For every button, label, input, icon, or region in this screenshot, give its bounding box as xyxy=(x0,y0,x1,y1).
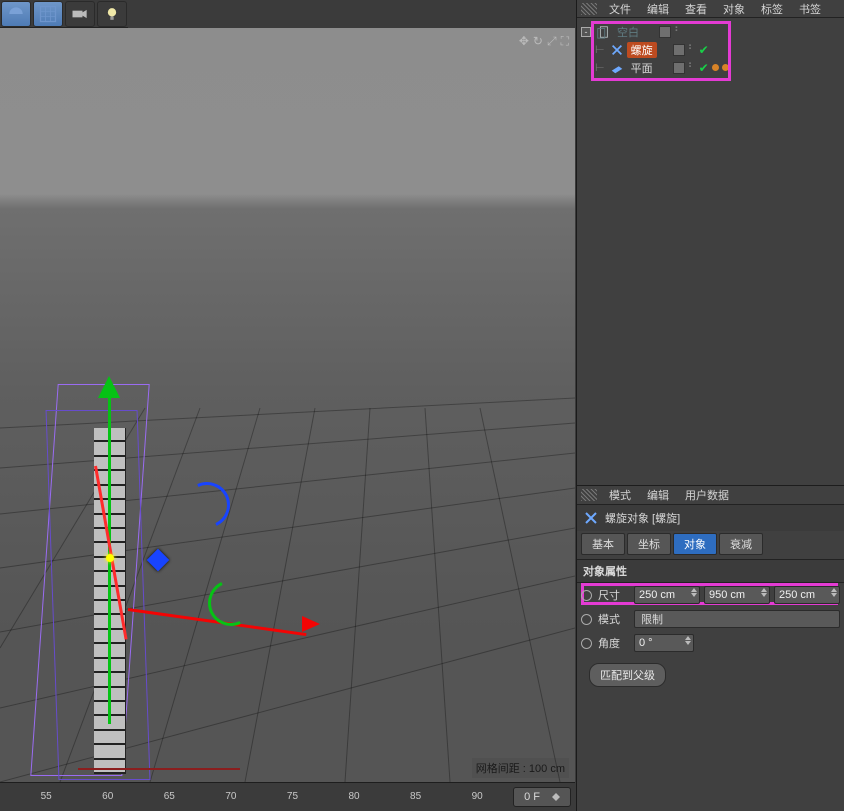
prop-label-angle: 角度 xyxy=(598,635,630,651)
null-icon xyxy=(596,25,610,39)
panel-grip-icon[interactable] xyxy=(581,489,597,501)
timeline-tick-55: 55 xyxy=(41,791,52,802)
tree-row-helix[interactable]: ⊢ 螺旋 ⠃ ✔ xyxy=(581,41,840,58)
nav-rotate-icon[interactable]: ↻ xyxy=(533,34,543,49)
am-menu-edit[interactable]: 编辑 xyxy=(641,487,675,503)
fit-to-parent-button[interactable]: 匹配到父级 xyxy=(589,663,666,687)
nav-frame-icon[interactable]: ⛶ xyxy=(561,34,569,49)
prop-label-size: 尺寸 xyxy=(598,587,630,603)
timeline-tick-80: 80 xyxy=(348,791,359,802)
camera-button[interactable] xyxy=(65,1,95,27)
attribute-manager-menubar: 模式 编辑 用户数据 xyxy=(577,485,844,505)
layer-swatch[interactable] xyxy=(673,44,685,56)
timeline-tick-75: 75 xyxy=(287,791,298,802)
layer-swatch[interactable] xyxy=(659,26,671,38)
right-panel: 文件 编辑 查看 对象 标签 书签 - 空白 ⠃ ⊢ 螺旋 ⠃ ✔ xyxy=(576,0,844,811)
main-mode-toolbar xyxy=(0,0,128,28)
plane-icon xyxy=(610,61,624,75)
tab-basic[interactable]: 基本 xyxy=(581,533,625,555)
size-x-field[interactable]: 250 cm xyxy=(634,586,700,604)
tag-icon[interactable] xyxy=(712,64,719,71)
timeline-tick-65: 65 xyxy=(164,791,175,802)
layer-swatch[interactable] xyxy=(673,62,685,74)
nav-move-icon[interactable]: ✥ xyxy=(519,34,529,49)
size-y-value: 950 cm xyxy=(709,589,745,601)
tag-icon[interactable] xyxy=(722,64,729,71)
om-menu-bookmarks[interactable]: 书签 xyxy=(793,1,827,17)
viewport-nav-icons: ✥ ↻ ⤢ ⛶ xyxy=(519,34,569,49)
visibility-dots-icon[interactable]: ⠃ xyxy=(685,61,696,74)
anim-key-icon[interactable] xyxy=(581,614,592,625)
om-menu-object[interactable]: 对象 xyxy=(717,1,751,17)
am-menu-userdata[interactable]: 用户数据 xyxy=(679,487,735,503)
anim-key-icon[interactable] xyxy=(581,638,592,649)
tree-row-null[interactable]: - 空白 ⠃ xyxy=(581,23,840,40)
grid-mode-button[interactable] xyxy=(33,1,63,27)
timeline-tick-60: 60 xyxy=(102,791,113,802)
timeline-tick-90: 90 xyxy=(472,791,483,802)
visibility-dots-icon[interactable]: ⠃ xyxy=(685,43,696,56)
size-x-value: 250 cm xyxy=(639,589,675,601)
timeline-tick-85: 85 xyxy=(410,791,421,802)
am-menu-mode[interactable]: 模式 xyxy=(603,487,637,503)
om-menu-view[interactable]: 查看 xyxy=(679,1,713,17)
helix-icon xyxy=(610,43,624,57)
prop-row-size: 尺寸 250 cm 950 cm 250 cm xyxy=(577,584,844,606)
om-menu-tags[interactable]: 标签 xyxy=(755,1,789,17)
viewport-grid-status: 网格间距 : 100 cm xyxy=(472,758,569,778)
angle-field[interactable]: 0 ° xyxy=(634,634,694,652)
prop-row-mode: 模式 限制 xyxy=(577,608,844,630)
viewport[interactable]: ✥ ↻ ⤢ ⛶ 网格间距 : 100 cm xyxy=(0,28,575,782)
enable-check-icon[interactable]: ✔ xyxy=(696,43,709,57)
angle-value: 0 ° xyxy=(639,637,653,649)
size-z-value: 250 cm xyxy=(779,589,815,601)
mode-value: 限制 xyxy=(641,611,663,627)
om-menu-edit[interactable]: 编辑 xyxy=(641,1,675,17)
section-header-objectprops: 对象属性 xyxy=(577,559,844,583)
attribute-title: 螺旋对象 [螺旋] xyxy=(577,505,844,531)
nav-zoom-icon[interactable]: ⤢ xyxy=(547,34,557,49)
tab-object[interactable]: 对象 xyxy=(673,533,717,555)
light-button[interactable] xyxy=(97,1,127,27)
shading-mode-button[interactable] xyxy=(1,1,31,27)
attribute-tabs: 基本 坐标 对象 衰减 xyxy=(577,531,844,557)
timeline-ruler[interactable]: 55 60 65 70 75 80 85 90 xyxy=(0,783,513,811)
size-z-field[interactable]: 250 cm xyxy=(774,586,840,604)
enable-check-icon[interactable]: ✔ xyxy=(696,61,709,75)
floor-grid xyxy=(0,28,575,782)
mode-dropdown[interactable]: 限制 xyxy=(634,610,840,628)
timeline-frame-value: 0 F xyxy=(524,791,540,803)
visibility-dots-icon[interactable]: ⠃ xyxy=(671,25,682,38)
tree-label-null[interactable]: 空白 xyxy=(613,24,643,40)
om-menu-file[interactable]: 文件 xyxy=(603,1,637,17)
tree-row-plane[interactable]: ⊢ 平面 ⠃ ✔ xyxy=(581,59,840,76)
tree-branch-icon: ⊢ xyxy=(595,43,605,56)
object-manager-tree[interactable]: - 空白 ⠃ ⊢ 螺旋 ⠃ ✔ ⊢ 平面 xyxy=(577,18,844,485)
prop-row-angle: 角度 0 ° xyxy=(577,632,844,654)
timeline-frame-field[interactable]: 0 F xyxy=(513,787,571,807)
timeline[interactable]: 55 60 65 70 75 80 85 90 0 F xyxy=(0,782,575,811)
tab-falloff[interactable]: 衰减 xyxy=(719,533,763,555)
tree-expand-toggle[interactable]: - xyxy=(581,27,591,37)
object-manager-menubar: 文件 编辑 查看 对象 标签 书签 xyxy=(577,0,844,18)
size-y-field[interactable]: 950 cm xyxy=(704,586,770,604)
tree-label-helix[interactable]: 螺旋 xyxy=(627,42,657,58)
tree-branch-icon: ⊢ xyxy=(595,61,605,74)
helix-icon xyxy=(583,510,599,526)
timeline-tick-70: 70 xyxy=(225,791,236,802)
anim-key-icon[interactable] xyxy=(581,590,592,601)
attribute-title-text: 螺旋对象 [螺旋] xyxy=(605,510,680,526)
tree-label-plane[interactable]: 平面 xyxy=(627,60,657,76)
panel-grip-icon[interactable] xyxy=(581,3,597,15)
tab-coord[interactable]: 坐标 xyxy=(627,533,671,555)
prop-label-mode: 模式 xyxy=(598,611,630,627)
